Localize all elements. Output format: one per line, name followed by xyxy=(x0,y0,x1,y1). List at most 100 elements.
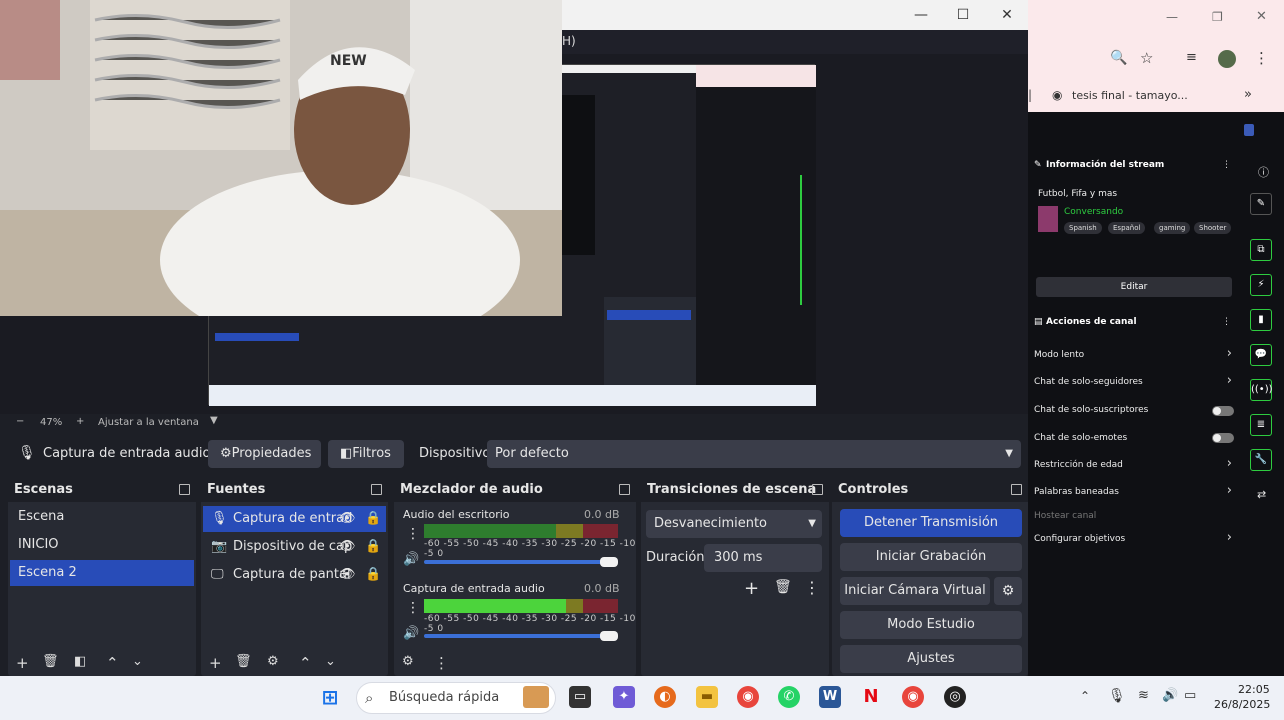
volume-icon[interactable]: 🔊 xyxy=(1162,688,1178,703)
chevron-right-icon[interactable]: › xyxy=(1227,456,1232,471)
trash-icon[interactable]: 🗑 xyxy=(774,579,792,595)
chevron-down-icon[interactable]: ▼ xyxy=(210,415,218,426)
chevron-up-icon[interactable]: ⌃ xyxy=(1080,689,1090,703)
chevron-right-icon[interactable]: › xyxy=(1227,483,1232,498)
zoom-out-button[interactable]: − xyxy=(16,416,24,427)
source-item-selected[interactable]: 🎙 Captura de entrad 👁 🔒 xyxy=(203,506,386,532)
chrome-icon[interactable]: ◉ xyxy=(737,686,759,708)
reading-list-icon[interactable]: ≡ xyxy=(1186,50,1197,65)
copilot-icon[interactable]: ✦ xyxy=(613,686,635,708)
gear-icon[interactable]: ⚙ xyxy=(402,654,414,669)
undock-icon[interactable] xyxy=(371,484,382,495)
filter-icon[interactable]: ◧ xyxy=(74,654,86,669)
source-item[interactable]: 📷 Dispositivo de cap 👁 🔒 xyxy=(203,534,386,560)
search-box[interactable]: ⌕ Búsqueda rápida xyxy=(356,682,556,714)
move-down-icon[interactable]: ⌄ xyxy=(325,654,336,669)
move-up-icon[interactable]: ⌃ xyxy=(299,654,312,672)
eye-icon[interactable]: 👁 xyxy=(339,534,356,560)
star-icon[interactable]: ☆ xyxy=(1140,49,1153,67)
scene-item[interactable]: INICIO xyxy=(10,532,194,558)
stream-tag[interactable]: Spanish xyxy=(1064,222,1102,234)
chevron-right-icon[interactable]: › xyxy=(1227,373,1232,388)
speaker-icon[interactable]: 🔊 xyxy=(403,552,419,567)
filters-button[interactable]: ◧Filtros xyxy=(328,440,404,468)
start-recording-button[interactable]: Iniciar Grabación xyxy=(840,543,1022,571)
obs-icon[interactable]: ◎ xyxy=(944,686,966,708)
chevron-right-icon[interactable]: » xyxy=(1244,87,1252,102)
maximize-icon[interactable]: ❐ xyxy=(1212,10,1223,24)
trash-icon[interactable]: 🗑 xyxy=(42,654,59,669)
gear-icon[interactable]: ⚙ xyxy=(267,654,279,669)
pencil-icon[interactable]: ✎ xyxy=(1250,193,1272,215)
volume-knob[interactable] xyxy=(600,557,618,567)
undock-icon[interactable] xyxy=(179,484,190,495)
more-vertical-icon[interactable]: ⋮ xyxy=(1222,160,1231,170)
lock-icon[interactable]: 🔒 xyxy=(365,506,381,532)
word-icon[interactable]: W xyxy=(819,686,841,708)
volume-slider[interactable] xyxy=(424,634,618,638)
netflix-icon[interactable]: N xyxy=(860,686,882,708)
stack-icon[interactable]: ≣ xyxy=(1250,414,1272,436)
task-view-icon[interactable]: ▭ xyxy=(569,686,591,708)
microphone-icon[interactable]: 🎙 xyxy=(1108,688,1126,704)
action-banned-words[interactable]: Palabras baneadas xyxy=(1034,487,1119,497)
more-vertical-icon[interactable]: ⋮ xyxy=(1254,49,1269,67)
gear-icon[interactable]: ⚙ xyxy=(994,577,1022,605)
wrench-icon[interactable]: 🔧 xyxy=(1250,449,1272,471)
eye-icon[interactable]: 👁 xyxy=(339,562,356,588)
zoom-in-button[interactable]: + xyxy=(76,416,84,427)
stream-tag[interactable]: Español xyxy=(1108,222,1146,234)
subscribers-toggle[interactable] xyxy=(1212,406,1234,416)
action-slow-mode[interactable]: Modo lento xyxy=(1034,350,1084,360)
zoom-fit-label[interactable]: Ajustar a la ventana xyxy=(98,417,199,428)
wifi-icon[interactable]: ≋ xyxy=(1138,688,1149,703)
speaker-icon[interactable]: 🔊 xyxy=(403,626,419,641)
volume-knob[interactable] xyxy=(600,631,618,641)
minimize-icon[interactable]: — xyxy=(1166,10,1178,24)
clock-date[interactable]: 26/8/2025 xyxy=(1214,698,1270,711)
close-icon[interactable]: ✕ xyxy=(992,4,1022,26)
action-subscribers-chat[interactable]: Chat de solo-suscriptores xyxy=(1034,405,1148,415)
add-icon[interactable]: + xyxy=(209,654,222,672)
maximize-icon[interactable]: ☐ xyxy=(948,4,978,26)
move-up-icon[interactable]: ⌃ xyxy=(106,654,119,672)
undock-icon[interactable] xyxy=(619,484,630,495)
chat-icon[interactable]: 💬 xyxy=(1250,344,1272,366)
eye-icon[interactable]: 👁 xyxy=(339,506,356,532)
lock-icon[interactable]: 🔒 xyxy=(365,562,381,588)
avatar[interactable] xyxy=(1218,50,1236,68)
trash-icon[interactable]: 🗑 xyxy=(235,654,252,669)
firefox-icon[interactable]: ◐ xyxy=(654,686,676,708)
close-icon[interactable]: ✕ xyxy=(1256,9,1267,24)
bookmark-icon[interactable]: ▮ xyxy=(1250,309,1272,331)
add-icon[interactable]: + xyxy=(16,654,29,672)
undock-icon[interactable] xyxy=(812,484,823,495)
broadcast-icon[interactable]: ((•)) xyxy=(1250,379,1273,401)
stream-tag[interactable]: gaming xyxy=(1154,222,1191,234)
more-vertical-icon[interactable]: ⋮ xyxy=(434,654,449,672)
more-vertical-icon[interactable]: ⋮ xyxy=(406,600,420,616)
more-vertical-icon[interactable]: ⋮ xyxy=(406,526,420,542)
edit-stream-button[interactable]: Editar xyxy=(1036,277,1232,297)
chevron-right-icon[interactable]: › xyxy=(1227,346,1232,361)
add-icon[interactable]: + xyxy=(744,578,759,599)
clip-icon[interactable]: ⧉ xyxy=(1250,239,1272,261)
undock-icon[interactable] xyxy=(1011,484,1022,495)
bolt-icon[interactable]: ⚡ xyxy=(1250,274,1272,296)
more-vertical-icon[interactable]: ⋮ xyxy=(804,578,820,597)
emotes-toggle[interactable] xyxy=(1212,433,1234,443)
stream-tag[interactable]: Shooter xyxy=(1194,222,1232,234)
action-followers-chat[interactable]: Chat de solo-seguidores xyxy=(1034,377,1143,387)
settings-button[interactable]: Ajustes xyxy=(840,645,1022,673)
transition-select[interactable]: Desvanecimiento ▼ xyxy=(646,510,822,538)
chevron-right-icon[interactable]: › xyxy=(1227,530,1232,545)
zoom-icon[interactable]: 🔍 xyxy=(1110,50,1127,66)
source-item[interactable]: 🖵 Captura de pantal 👁 🔒 xyxy=(203,562,386,588)
battery-icon[interactable]: ▭ xyxy=(1184,688,1196,703)
action-age-restriction[interactable]: Restricción de edad xyxy=(1034,460,1123,470)
stop-stream-button[interactable]: Detener Transmisión xyxy=(840,509,1022,537)
whatsapp-icon[interactable]: ✆ xyxy=(778,686,800,708)
scene-item-selected[interactable]: Escena 2 xyxy=(10,560,194,586)
scene-item[interactable]: Escena xyxy=(10,504,194,530)
more-vertical-icon[interactable]: ⋮ xyxy=(1222,317,1231,327)
